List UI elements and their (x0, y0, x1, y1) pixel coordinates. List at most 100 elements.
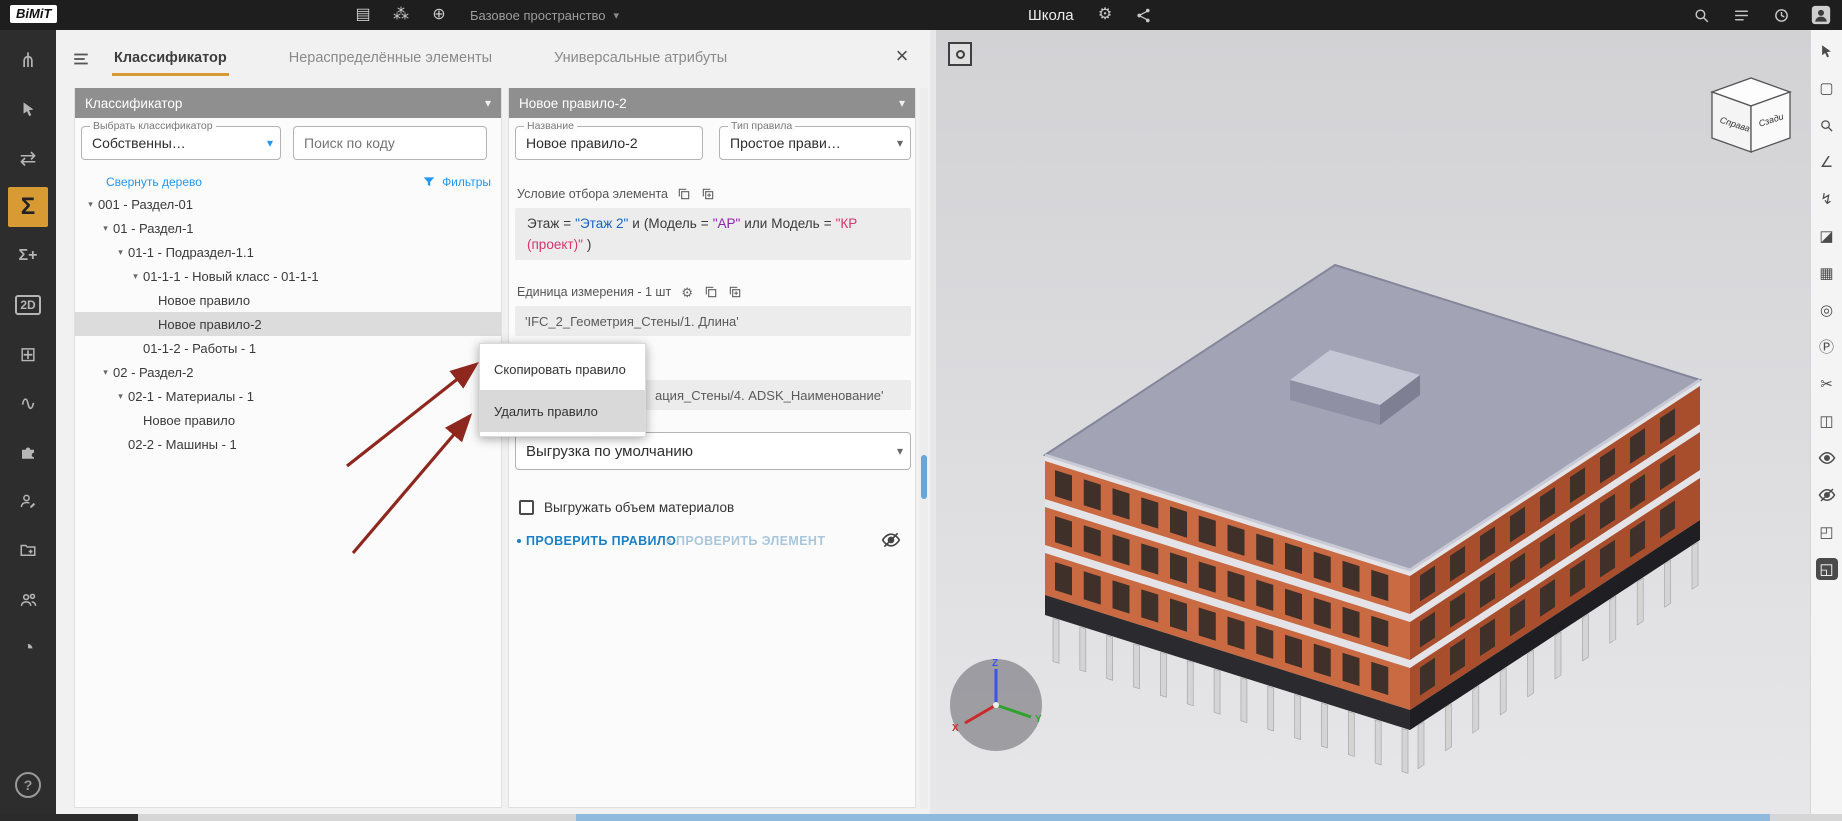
gear-icon[interactable]: ⚙ (1094, 4, 1116, 26)
check-element-button[interactable]: ПРОВЕРИТЬ ЭЛЕМЕНТ (667, 534, 825, 548)
app-logo[interactable]: BiMiT (10, 5, 57, 23)
scheme-icon[interactable]: ⊞ (8, 334, 48, 374)
context-menu-item[interactable]: Скопировать правило (480, 348, 645, 390)
model-tree-icon[interactable]: ⋔ (8, 40, 48, 80)
grid-icon[interactable]: ▦ (1816, 262, 1838, 284)
rule-panel-header[interactable]: Новое правило-2 ▾ (509, 88, 915, 118)
classifier-icon[interactable]: Σ (8, 187, 48, 227)
tree-item[interactable]: ▾01-1-1 - Новый класс - 01-1-1 (75, 264, 501, 288)
tree-expander-icon[interactable]: ▾ (83, 199, 98, 210)
tree-item[interactable]: Новое правило-2 (75, 312, 501, 336)
section-icon[interactable]: ◪ (1816, 225, 1838, 247)
axis-gizmo[interactable]: Z Y X (946, 655, 1046, 755)
small-gear-icon[interactable]: ⚙ (679, 284, 695, 300)
copy-add-icon[interactable] (700, 186, 716, 202)
history-icon[interactable] (1770, 4, 1792, 26)
tree-expander-icon[interactable]: ▾ (98, 223, 113, 234)
chevron-down-icon: ▾ (485, 96, 491, 110)
vertical-scroll-thumb[interactable] (921, 455, 927, 499)
building-model[interactable] (1030, 255, 1730, 775)
chevron-down-icon[interactable]: ▾ (267, 136, 273, 150)
check-rule-button[interactable]: ПРОВЕРИТЬ ПРАВИЛО (517, 534, 676, 548)
copy-icon[interactable] (703, 284, 719, 300)
materials-checkbox[interactable] (519, 500, 534, 515)
tree-item[interactable]: 02-2 - Машины - 1 (75, 432, 501, 456)
analytics-icon[interactable]: ∿ (8, 383, 48, 423)
apps-icon[interactable]: ▤ (352, 4, 374, 26)
export-type-select[interactable]: Тип выгрузки Выгрузка по умолчанию ▾ (515, 432, 911, 470)
avatar-icon[interactable] (1810, 4, 1832, 26)
axis-z-label: Z (992, 658, 998, 669)
frame-select-icon[interactable]: ▢ (1816, 77, 1838, 99)
chevron-down-icon[interactable]: ▾ (897, 136, 903, 150)
collapse-tree-button[interactable]: Свернуть дерево (85, 174, 202, 189)
tree-item[interactable]: ▾001 - Раздел-01 (75, 192, 501, 216)
vertical-scroll-track[interactable] (920, 88, 928, 808)
panel-menu-icon[interactable] (70, 48, 92, 70)
select-icon[interactable] (8, 89, 48, 129)
user-edit-icon[interactable] (8, 481, 48, 521)
rule-type-select[interactable]: Тип правила Простое прави… ▾ (719, 126, 911, 160)
workspace-selector[interactable]: Базовое пространство ▾ (470, 0, 619, 30)
search-icon[interactable] (1690, 4, 1712, 26)
tree-item[interactable]: ▾01-1 - Подраздел-1.1 (75, 240, 501, 264)
tree-item[interactable]: ▾02-1 - Материалы - 1 (75, 384, 501, 408)
horizontal-scroll-thumb[interactable] (576, 814, 1770, 821)
parking-icon[interactable]: Ⓟ (1816, 336, 1838, 358)
copy-add-icon[interactable] (727, 284, 743, 300)
team-icon[interactable]: ⁂ (390, 4, 412, 26)
tree-item[interactable]: ▾02 - Раздел-2 (75, 360, 501, 384)
tab-bar: Классификатор Нераспределённые элементы Ун… (112, 30, 729, 86)
tree-item[interactable]: 01-1-2 - Работы - 1 (75, 336, 501, 360)
tree-expander-icon[interactable]: ▾ (113, 247, 128, 258)
classifier-select[interactable]: Выбрать классификатор Собственны… ▾ (81, 126, 281, 160)
tree-expander-icon[interactable]: ▾ (128, 271, 143, 282)
eye-off-icon[interactable] (1816, 484, 1838, 506)
section-box-icon[interactable]: ◱ (1816, 558, 1838, 580)
list-icon[interactable] (1730, 4, 1752, 26)
classifier-select-value: Собственны… (92, 127, 256, 159)
classifier-panel-header[interactable]: Классификатор ▾ (75, 88, 501, 118)
copy-icon[interactable] (676, 186, 692, 202)
tree-item[interactable]: ▾01 - Раздел-1 (75, 216, 501, 240)
focus-icon[interactable]: ◎ (1816, 299, 1838, 321)
condition-expression[interactable]: Этаж="Этаж 2"и(Модель="АР"илиМодель="КР … (515, 208, 911, 260)
gauge-icon[interactable]: ◔ (8, 628, 48, 668)
tab-active[interactable]: Классификатор (112, 32, 229, 84)
rule-name-input[interactable] (516, 127, 702, 159)
folder-share-icon[interactable] (8, 530, 48, 570)
view-cube[interactable]: Справа Сзади (1694, 70, 1808, 170)
tree-item[interactable]: Новое правило (75, 288, 501, 312)
palette-icon[interactable]: ◰ (1816, 521, 1838, 543)
zoom-icon[interactable] (1816, 114, 1838, 136)
condition-token: и (632, 216, 640, 231)
cut-icon[interactable]: ✂ (1816, 373, 1838, 395)
tab-item[interactable]: Нераспределённые элементы (287, 32, 494, 84)
context-menu-item[interactable]: Удалить правило (480, 390, 645, 432)
tree-expander-icon[interactable]: ▾ (98, 367, 113, 378)
filters-button[interactable]: Фильтры (421, 174, 491, 189)
tree-item[interactable]: Новое правило (75, 408, 501, 432)
tab-item[interactable]: Универсальные атрибуты (552, 32, 729, 84)
share-icon[interactable] (1132, 4, 1154, 26)
users-icon[interactable] (8, 579, 48, 619)
globe-add-icon[interactable]: ⊕ (428, 4, 450, 26)
visibility-toggle-icon[interactable] (879, 528, 903, 552)
2d-icon[interactable]: 2D (8, 285, 48, 325)
clip-icon[interactable]: ◫ (1816, 410, 1838, 432)
eye-icon[interactable] (1816, 447, 1838, 469)
tree-expander-icon[interactable]: ▾ (113, 391, 128, 402)
plugins-icon[interactable] (8, 432, 48, 472)
select-tool-icon[interactable] (1816, 40, 1838, 62)
help-button[interactable]: ? (15, 772, 41, 798)
code-search-input[interactable] (294, 127, 486, 159)
classifier-add-icon[interactable]: Σ+ (8, 236, 48, 276)
viewport-camera-icon[interactable] (948, 42, 972, 66)
close-icon[interactable]: × (890, 44, 914, 68)
relations-icon[interactable]: ⇄ (8, 138, 48, 178)
flash-icon[interactable]: ↯ (1816, 188, 1838, 210)
unit-value-box[interactable]: 'IFC_2_Геометрия_Стены/1. Длина' (515, 306, 911, 336)
viewport-3d[interactable]: Справа Сзади Z Y X (936, 30, 1810, 814)
chevron-down-icon[interactable]: ▾ (897, 444, 903, 458)
measure-icon[interactable]: ∠ (1816, 151, 1838, 173)
